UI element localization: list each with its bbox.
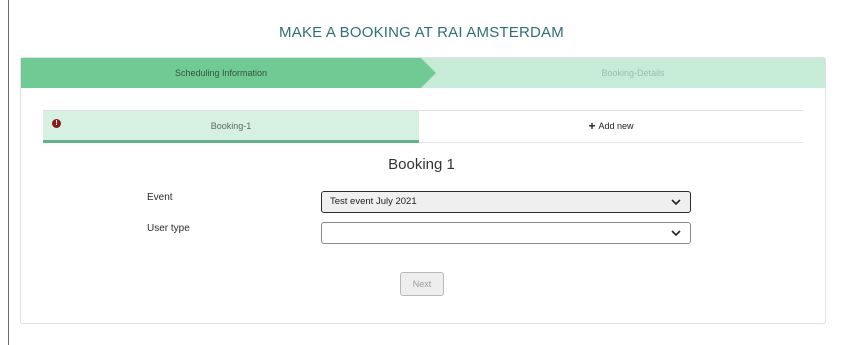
event-select[interactable]: Test event July 2021 [321, 191, 691, 213]
booking-tabs: ! Booking-1 + Add new [43, 110, 803, 143]
user-type-select[interactable] [321, 222, 691, 244]
plus-icon: + [588, 119, 596, 133]
tab-booking-1-label: Booking-1 [210, 121, 252, 131]
event-label: Event [147, 192, 173, 203]
booking-heading: Booking 1 [388, 156, 455, 173]
add-new-tab[interactable]: + Add new [419, 111, 803, 143]
add-new-label: Add new [598, 121, 634, 131]
progress-steps: Booking-Details Scheduling Information [21, 58, 825, 88]
next-button[interactable]: Next [400, 272, 444, 296]
tab-booking-1[interactable]: ! Booking-1 [43, 111, 419, 143]
event-select-value: Test event July 2021 [330, 196, 417, 207]
chevron-down-icon [671, 230, 681, 237]
exclamation-circle-icon: ! [52, 119, 61, 128]
user-type-label: User type [147, 223, 190, 234]
step-scheduling-information: Scheduling Information [21, 58, 436, 88]
page-title: MAKE A BOOKING AT RAI AMSTERDAM [279, 24, 564, 41]
chevron-down-icon [671, 199, 681, 206]
